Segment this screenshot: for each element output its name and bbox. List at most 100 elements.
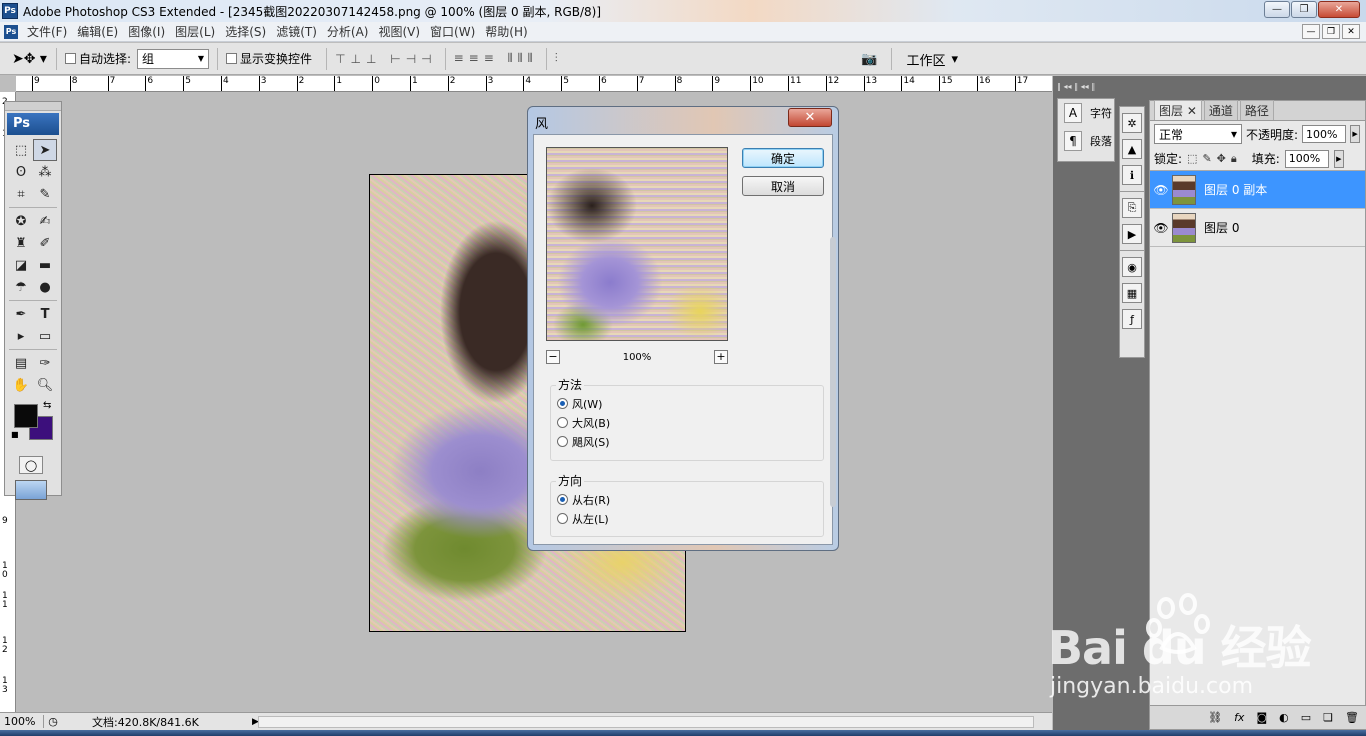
show-transform-checkbox[interactable] <box>226 53 238 64</box>
info-icon[interactable]: ℹ <box>1122 165 1142 185</box>
minimize-button[interactable]: — <box>1264 1 1290 18</box>
marquee-tool-icon[interactable]: ⬚ <box>9 139 33 161</box>
paragraph-panel-button[interactable]: ¶ 段落 <box>1058 127 1114 155</box>
screen-mode-button[interactable] <box>15 480 47 500</box>
method-option[interactable]: 大风(B) <box>551 413 823 432</box>
direction-radio[interactable] <box>557 513 568 524</box>
dodge-tool-icon[interactable]: ● <box>33 276 57 298</box>
menu-window[interactable]: 窗口(W) <box>425 23 480 40</box>
menu-edit[interactable]: 编辑(E) <box>72 23 123 40</box>
opacity-slider-button[interactable]: ▶ <box>1350 125 1361 143</box>
filter-preview[interactable] <box>546 147 728 341</box>
notes-tool-icon[interactable]: ▤ <box>9 352 33 374</box>
add-mask-icon[interactable]: ◙ <box>1256 711 1267 724</box>
zoom-level[interactable]: 100% <box>0 715 44 728</box>
lock-all-icon[interactable]: 🔒︎ <box>1231 152 1237 166</box>
move-tool-icon[interactable]: ➤ <box>33 139 57 161</box>
crop-tool-icon[interactable]: ⌗ <box>9 183 33 205</box>
quick-mask-button[interactable]: ◯ <box>19 456 43 474</box>
new-layer-icon[interactable]: ❏ <box>1323 711 1333 724</box>
workspace-menu[interactable]: 📷 工作区 ▾ <box>861 48 958 70</box>
slice-tool-icon[interactable]: ✎ <box>33 183 57 205</box>
default-colors-icon[interactable]: ■ <box>11 430 19 439</box>
show-transform-option[interactable]: 显示变换控件 <box>226 50 312 67</box>
trash-icon[interactable]: 🗑︎ <box>1345 711 1359 724</box>
cancel-button[interactable]: 取消 <box>742 176 824 196</box>
direction-option[interactable]: 从右(R) <box>551 490 823 509</box>
direction-radio[interactable] <box>557 494 568 505</box>
auto-align-icon[interactable]: ⫶ <box>555 51 563 66</box>
menu-file[interactable]: 文件(F) <box>22 23 72 40</box>
tab-channels[interactable]: 通道 <box>1203 100 1238 120</box>
menu-help[interactable]: 帮助(H) <box>480 23 532 40</box>
clone-stamp-tool-icon[interactable]: ♜ <box>9 232 33 254</box>
lock-image-icon[interactable]: ✎ <box>1202 152 1211 165</box>
eraser-tool-icon[interactable]: ◪ <box>9 254 33 276</box>
history-icon[interactable]: ⎘ <box>1122 198 1142 218</box>
lock-transparency-icon[interactable]: ⬚ <box>1187 152 1197 165</box>
auto-select-option[interactable]: 自动选择: <box>65 50 131 67</box>
history-brush-tool-icon[interactable]: ✐ <box>33 232 57 254</box>
swatches-icon[interactable]: ◉ <box>1122 257 1142 277</box>
close-button[interactable]: ✕ <box>1318 1 1360 18</box>
zoom-tool-icon[interactable]: 🔍︎ <box>33 374 57 396</box>
adjustment-layer-icon[interactable]: ◐ <box>1279 711 1289 724</box>
new-group-icon[interactable]: ▭ <box>1301 711 1311 724</box>
doc-minimize-button[interactable]: — <box>1302 24 1320 39</box>
link-layers-icon[interactable]: ⛓ <box>1208 711 1222 724</box>
doc-close-button[interactable]: ✕ <box>1342 24 1360 39</box>
type-tool-icon[interactable]: T <box>33 303 57 325</box>
pen-tool-icon[interactable]: ✒ <box>9 303 33 325</box>
status-info-icon[interactable]: ◷ <box>44 715 62 728</box>
direction-option[interactable]: 从左(L) <box>551 509 823 528</box>
fx-icon[interactable]: ƒ <box>1122 309 1142 329</box>
actions-icon[interactable]: ▶ <box>1122 224 1142 244</box>
menu-view[interactable]: 视图(V) <box>373 23 425 40</box>
shape-tool-icon[interactable]: ▭ <box>33 325 57 347</box>
layer-row[interactable]: 👁︎ 图层 0 副本 <box>1150 171 1365 209</box>
menu-analysis[interactable]: 分析(A) <box>322 23 374 40</box>
styles-icon[interactable]: ▦ <box>1122 283 1142 303</box>
method-option[interactable]: 飓风(S) <box>551 432 823 451</box>
distribute-buttons-icon[interactable]: ≡≡≡ ⫴⫴⫴ <box>454 51 538 66</box>
magic-wand-tool-icon[interactable]: ⁂ <box>33 161 57 183</box>
menu-layer[interactable]: 图层(L) <box>170 23 220 40</box>
auto-select-checkbox[interactable] <box>65 53 76 64</box>
panel-grip[interactable] <box>5 102 61 111</box>
layer-style-icon[interactable]: fx <box>1234 711 1244 724</box>
blend-mode-dropdown[interactable]: 正常 ▾ <box>1154 124 1242 144</box>
lasso-tool-icon[interactable]: ʘ <box>9 161 33 183</box>
brush-tool-icon[interactable]: ✍ <box>33 210 57 232</box>
dock-grip[interactable]: ‖ ◂◂ ‖ ◂◂ ‖ <box>1057 82 1361 92</box>
doc-restore-button[interactable]: ❐ <box>1322 24 1340 39</box>
zoom-in-button[interactable]: + <box>714 350 728 364</box>
ok-button[interactable]: 确定 <box>742 148 824 168</box>
eyedropper-tool-icon[interactable]: ✑ <box>33 352 57 374</box>
method-radio[interactable] <box>557 417 568 428</box>
visibility-eye-icon[interactable]: 👁︎ <box>1150 183 1172 197</box>
histogram-icon[interactable]: ▲ <box>1122 139 1142 159</box>
layer-row[interactable]: 👁︎ 图层 0 <box>1150 209 1365 247</box>
ps-logo[interactable]: Ps <box>7 113 59 135</box>
visibility-eye-icon[interactable]: 👁︎ <box>1150 221 1172 235</box>
camera-icon[interactable]: 📷 <box>861 52 877 67</box>
align-buttons-icon[interactable]: ⊤⊥⊥ ⊢⊣⊣ <box>335 52 437 66</box>
method-radio[interactable] <box>557 398 568 409</box>
foreground-color[interactable] <box>14 404 38 428</box>
lock-position-icon[interactable]: ✥ <box>1217 152 1226 165</box>
menu-image[interactable]: 图像(I) <box>123 23 170 40</box>
move-tool-preset-icon[interactable]: ➤✥ ▾ <box>12 51 48 67</box>
method-option[interactable]: 风(W) <box>551 394 823 413</box>
horizontal-ruler[interactable]: 9 8 7 6 5 4 3 2 1 0 1 2 3 4 5 6 7 8 9 10 11 12 13 14 15 16 17 <box>16 76 1052 92</box>
character-panel-button[interactable]: A 字符 <box>1058 99 1114 127</box>
fill-slider-button[interactable]: ▶ <box>1333 149 1344 168</box>
zoom-out-button[interactable]: − <box>546 350 560 364</box>
path-selection-tool-icon[interactable]: ▸ <box>9 325 33 347</box>
fill-input[interactable]: 100% <box>1284 149 1329 168</box>
tab-paths[interactable]: 路径 <box>1239 100 1274 120</box>
gradient-tool-icon[interactable]: ▬ <box>33 254 57 276</box>
dialog-close-button[interactable]: ✕ <box>788 108 832 127</box>
method-radio[interactable] <box>557 436 568 447</box>
tab-layers[interactable]: 图层 ✕ <box>1154 100 1202 120</box>
dialog-scrollbar[interactable] <box>830 237 836 507</box>
